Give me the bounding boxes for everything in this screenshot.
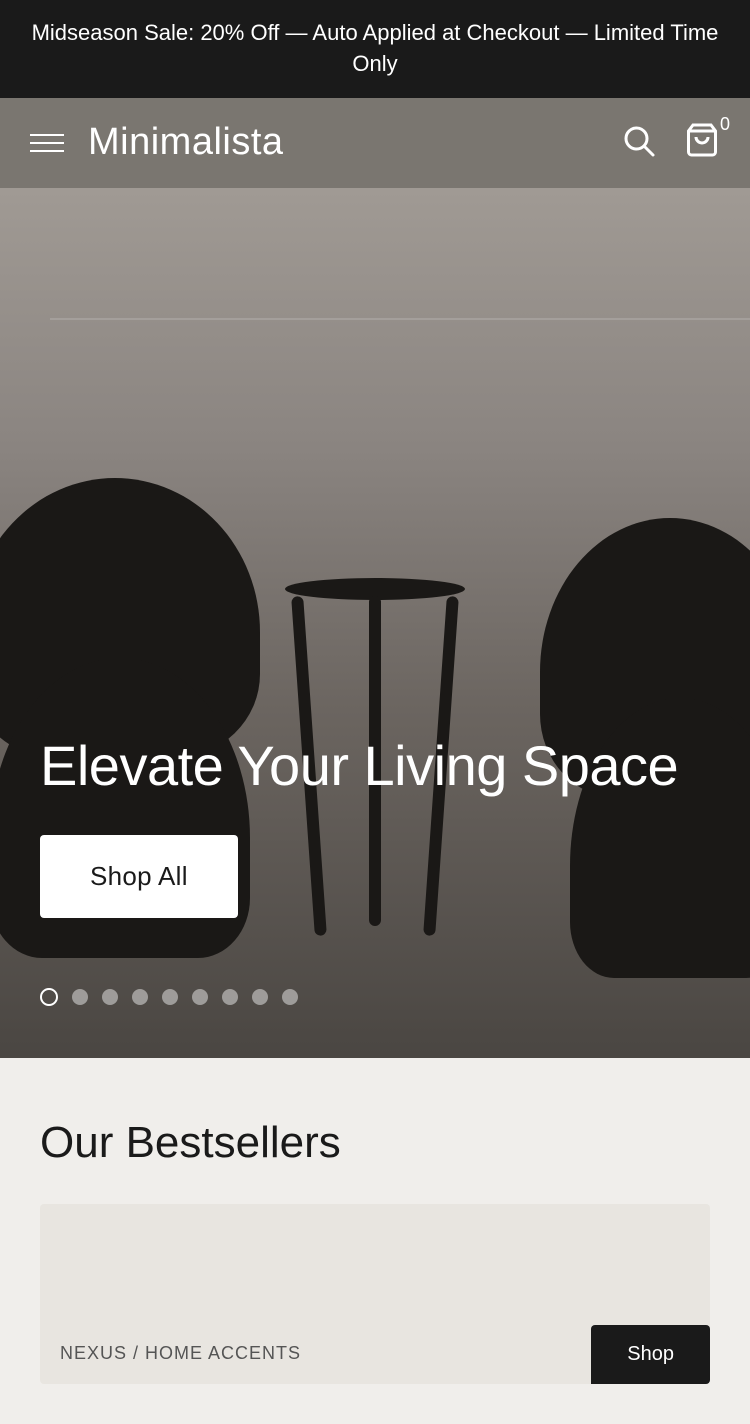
- hero-headline: Elevate Your Living Space: [40, 734, 710, 798]
- header-left: Minimalista: [30, 121, 284, 164]
- hero-section: Elevate Your Living Space Shop All: [0, 188, 750, 1058]
- carousel-dot-2[interactable]: [102, 989, 118, 1005]
- bestsellers-title: Our Bestsellers: [40, 1118, 710, 1168]
- header-right: 0: [620, 122, 720, 163]
- bestsellers-section: Our Bestsellers NEXUS / HOME ACCENTS Sho…: [0, 1058, 750, 1424]
- announcement-bar: Midseason Sale: 20% Off — Auto Applied a…: [0, 0, 750, 98]
- carousel-dots: [40, 988, 298, 1006]
- brand-name[interactable]: Minimalista: [88, 121, 284, 164]
- product-row: NEXUS / HOME ACCENTS Shop: [40, 1204, 710, 1384]
- announcement-text: Midseason Sale: 20% Off — Auto Applied a…: [32, 20, 719, 76]
- hero-content: Elevate Your Living Space Shop All: [40, 734, 710, 917]
- shop-all-button[interactable]: Shop All: [40, 835, 238, 918]
- carousel-dot-6[interactable]: [222, 989, 238, 1005]
- carousel-dot-3[interactable]: [132, 989, 148, 1005]
- carousel-dot-1[interactable]: [72, 989, 88, 1005]
- hamburger-menu-icon[interactable]: [30, 134, 64, 152]
- carousel-dot-0[interactable]: [40, 988, 58, 1006]
- cart-button[interactable]: 0: [684, 122, 720, 163]
- header: Minimalista 0: [0, 98, 750, 188]
- cart-icon: [684, 122, 720, 158]
- furniture-scene: [0, 188, 750, 1058]
- product-shop-button[interactable]: Shop: [591, 1325, 710, 1384]
- search-button[interactable]: [620, 122, 656, 163]
- carousel-dot-5[interactable]: [192, 989, 208, 1005]
- search-icon: [620, 122, 656, 158]
- carousel-dot-8[interactable]: [282, 989, 298, 1005]
- carousel-dot-4[interactable]: [162, 989, 178, 1005]
- cart-badge: 0: [720, 114, 730, 135]
- carousel-dot-7[interactable]: [252, 989, 268, 1005]
